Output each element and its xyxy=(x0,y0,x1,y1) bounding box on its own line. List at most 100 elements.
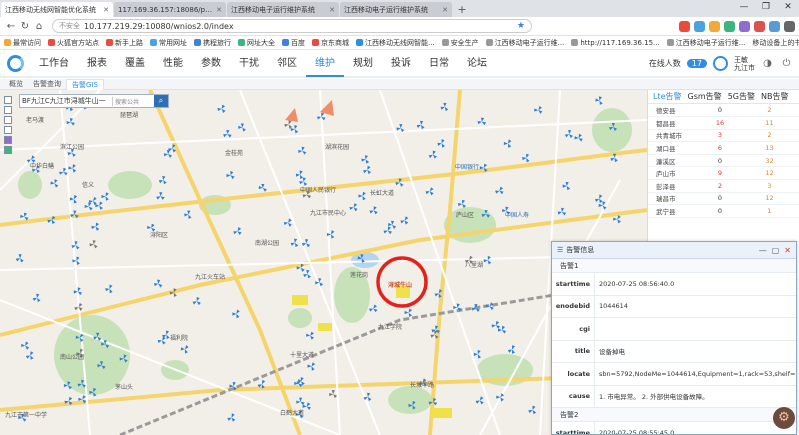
bookmark-item[interactable]: 江西移动无线网智能... xyxy=(356,38,435,48)
bookmark-item[interactable]: 百度 xyxy=(282,38,305,48)
cell-site-marker[interactable] xyxy=(477,117,487,126)
nav-item[interactable]: 日常 xyxy=(420,50,458,77)
table-row[interactable]: 庐山市 9 12 xyxy=(648,166,799,181)
close-tab-icon[interactable]: ✕ xyxy=(329,6,335,14)
cell-site-marker[interactable] xyxy=(158,175,167,185)
extension-icon[interactable] xyxy=(784,20,795,32)
bookmark-item[interactable]: 常用网址 xyxy=(150,38,187,48)
bookmark-item[interactable]: 江西移动电子运行维... xyxy=(485,38,564,48)
cell-site-marker[interactable] xyxy=(303,270,311,279)
bookmark-item[interactable]: 火狐官方站点 xyxy=(48,38,99,48)
bookmark-item[interactable]: 江西移动电子运行维... xyxy=(666,38,745,48)
cell-site-marker[interactable] xyxy=(163,149,173,158)
cell-site-marker[interactable] xyxy=(72,256,80,266)
measure-icon[interactable] xyxy=(4,116,12,124)
cell-site-marker[interactable] xyxy=(290,238,299,248)
reload-icon[interactable]: ↻ xyxy=(18,21,32,32)
power-icon[interactable]: ⏻ xyxy=(780,57,793,70)
extension-icon[interactable] xyxy=(679,20,690,32)
cell-site-marker[interactable] xyxy=(416,120,425,130)
close-window-button[interactable]: ✕ xyxy=(777,0,799,14)
cell-site-marker[interactable] xyxy=(534,105,543,114)
cell-site-marker[interactable] xyxy=(400,216,409,225)
cell-site-marker[interactable] xyxy=(283,218,292,227)
cell-site-marker[interactable] xyxy=(562,181,571,191)
mobile-bookmarks[interactable]: 移动设备上的书签 xyxy=(752,38,799,48)
alarm-gis-map[interactable]: 老马渡 琵琶湖 滨江公园 中华白鳝 信义 金桂苑 湖滨花园 中国人民银行 长虹大… xyxy=(0,90,647,435)
cell-site-marker[interactable] xyxy=(50,179,59,188)
cell-site-marker[interactable] xyxy=(369,206,378,215)
nav-item[interactable]: 论坛 xyxy=(458,50,496,77)
table-row[interactable]: 共青城市 3 2 xyxy=(648,129,799,143)
map-search-input[interactable]: BF九江C九江市浔城牛山一 xyxy=(20,96,112,106)
nav-item[interactable]: 工作台 xyxy=(30,50,78,77)
map-search-button[interactable]: ⌕ xyxy=(154,95,168,107)
cell-site-marker[interactable] xyxy=(503,139,512,148)
cell-site-marker[interactable] xyxy=(564,129,574,139)
url-field[interactable]: 不安全 10.177.219.29:10080/wnios2.0/index ★ xyxy=(52,19,532,33)
alarm-type-tab[interactable]: Gsm告警 xyxy=(685,91,725,102)
cell-site-marker[interactable] xyxy=(361,155,370,164)
cell-site-marker[interactable] xyxy=(95,201,103,210)
cell-site-marker[interactable] xyxy=(473,350,482,359)
alarm-dialog-titlebar[interactable]: ☰ 告警信息 — ▢ ✕ xyxy=(552,242,796,259)
cell-site-marker[interactable] xyxy=(595,96,603,105)
cell-site-marker[interactable] xyxy=(184,210,192,219)
cell-site-marker[interactable] xyxy=(383,226,392,235)
table-row[interactable]: 湖口县 6 13 xyxy=(648,141,799,155)
cell-site-marker[interactable] xyxy=(528,405,537,415)
cell-site-marker[interactable] xyxy=(437,139,445,148)
cell-site-marker[interactable] xyxy=(307,362,316,371)
cell-site-marker[interactable] xyxy=(349,203,358,212)
cell-site-marker[interactable] xyxy=(68,164,77,173)
minimize-dialog-button[interactable]: — xyxy=(759,246,767,255)
browser-tab-3[interactable]: 江西移动电子运行维护系统 ✕ xyxy=(227,2,339,17)
cell-site-marker[interactable] xyxy=(66,117,75,126)
table-row[interactable]: 德安县 0 2 xyxy=(648,104,799,118)
cell-site-marker[interactable] xyxy=(20,212,29,221)
select-icon[interactable] xyxy=(4,146,12,154)
cell-site-marker[interactable] xyxy=(613,215,621,224)
bookmark-item[interactable]: http://117.169.36.15... xyxy=(571,39,660,47)
cell-site-marker[interactable] xyxy=(101,192,109,201)
maximize-dialog-button[interactable]: ▢ xyxy=(772,246,780,255)
alarm-type-tab[interactable]: Lte告警 xyxy=(650,91,685,102)
extension-icon[interactable] xyxy=(709,20,720,32)
cell-site-marker[interactable] xyxy=(425,187,434,196)
bookmark-item[interactable]: 新手上路 xyxy=(106,38,143,48)
avatar[interactable] xyxy=(713,56,728,71)
cell-site-marker[interactable] xyxy=(258,183,267,192)
cell-site-marker[interactable] xyxy=(507,345,515,354)
gear-icon[interactable]: ⚙ xyxy=(773,407,795,429)
bookmark-item[interactable]: 安全生产 xyxy=(441,38,479,48)
page-tab[interactable]: 告警GIS xyxy=(66,78,104,90)
cell-site-marker[interactable] xyxy=(458,199,467,209)
cell-site-marker[interactable] xyxy=(495,186,504,195)
page-tab[interactable]: 概览 xyxy=(4,79,28,90)
maximize-window-button[interactable]: ❐ xyxy=(755,0,777,14)
cell-site-marker[interactable] xyxy=(84,202,93,211)
extension-icon[interactable] xyxy=(739,20,750,32)
cell-site-marker[interactable] xyxy=(15,254,24,263)
zoom-in-icon[interactable] xyxy=(4,96,12,104)
browser-tab-4[interactable]: 江西移动电子运行维护系统 ✕ xyxy=(340,2,452,17)
cell-site-marker[interactable] xyxy=(296,397,305,406)
cell-site-marker[interactable] xyxy=(368,304,378,313)
cell-site-marker[interactable] xyxy=(594,194,603,203)
close-tab-icon[interactable]: ✕ xyxy=(103,6,109,14)
cell-site-marker[interactable] xyxy=(217,104,226,113)
browser-tab-2[interactable]: 117.169.36.157:18086/partner/ ✕ xyxy=(114,2,226,17)
browser-tab-1[interactable]: 江西移动无线网智能优化系统 ✕ xyxy=(1,2,113,17)
bookmark-item[interactable]: 携程旅行 xyxy=(194,38,231,48)
cell-site-marker[interactable] xyxy=(329,390,338,399)
cell-site-marker[interactable] xyxy=(157,336,166,345)
cell-site-marker[interactable] xyxy=(305,331,315,340)
cell-site-marker[interactable] xyxy=(89,240,98,249)
cell-site-marker[interactable] xyxy=(475,396,484,405)
cell-site-marker[interactable] xyxy=(227,413,236,422)
close-dialog-button[interactable]: ✕ xyxy=(784,246,791,255)
cell-site-marker[interactable] xyxy=(363,165,372,175)
back-arrow-icon[interactable]: ← xyxy=(4,21,18,32)
cell-site-marker[interactable] xyxy=(522,153,530,163)
cell-site-marker[interactable] xyxy=(69,194,78,204)
